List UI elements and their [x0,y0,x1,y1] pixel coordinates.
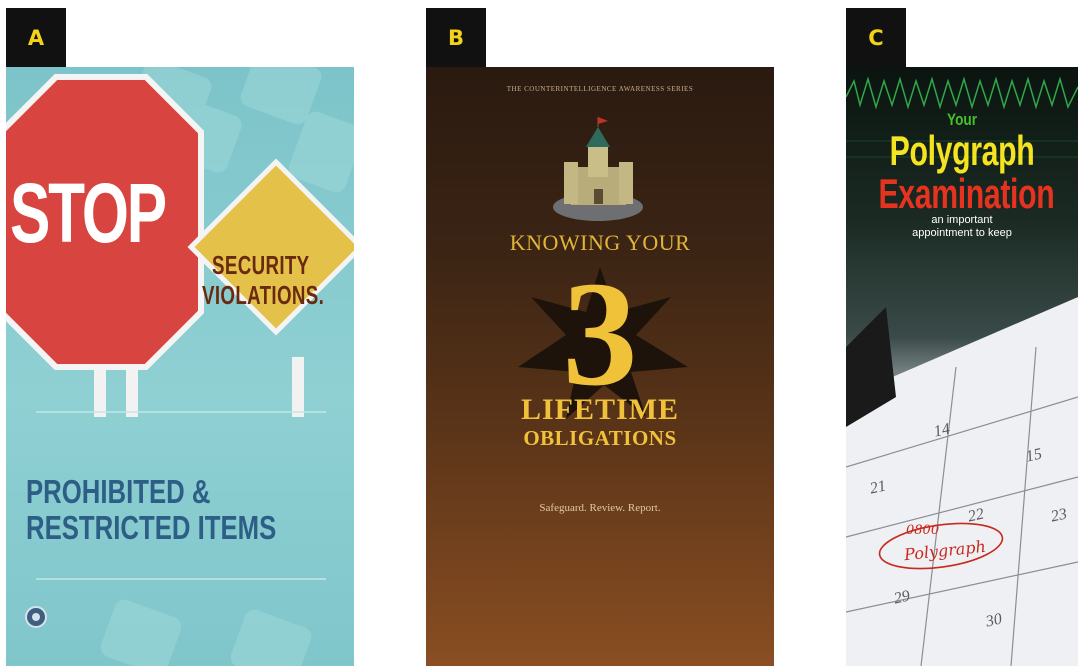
subtitle-line1: an important [931,214,993,226]
brochure-prohibited-items: STOP SECURITY VIOLATIONS. PROHIBITED & R… [6,67,354,666]
calendar-number: 29 [892,587,912,608]
note-time: 0800 [906,523,940,538]
subtitle-line2: appointment to keep [912,227,1012,239]
obligations-text: OBLIGATIONS [523,426,677,450]
label-c: C [846,8,906,67]
calendar-number: 15 [1024,445,1044,466]
lifetime-text: LIFETIME [520,393,680,426]
stop-sign-text: STOP [10,166,167,260]
security-text-line2: VIOLATIONS. [202,280,325,310]
brochure-lifetime-obligations: THE COUNTERINTELLIGENCE AWARENESS SERIES… [426,67,774,666]
brochure-polygraph: Your Polygraph Examination an important … [846,67,1078,666]
stop-sign-illustration [6,67,354,666]
number-three: 3 [562,251,638,417]
security-text-line1: SECURITY [212,250,310,280]
calendar-number: 22 [966,505,986,526]
tagline-text: Safeguard. Review. Report. [539,502,661,514]
examination-title: Examination [878,170,1055,217]
label-b: B [426,8,486,67]
calendar-number: 21 [868,477,888,498]
calendar-number: 30 [984,610,1004,631]
prohibited-title-line1: PROHIBITED & [26,473,211,510]
polygraph-title: Polygraph [889,127,1035,174]
prohibited-title-line2: RESTRICTED ITEMS [26,509,277,546]
calendar-number: 14 [932,420,952,441]
label-a: A [6,8,66,67]
calendar-number: 23 [1049,505,1069,526]
